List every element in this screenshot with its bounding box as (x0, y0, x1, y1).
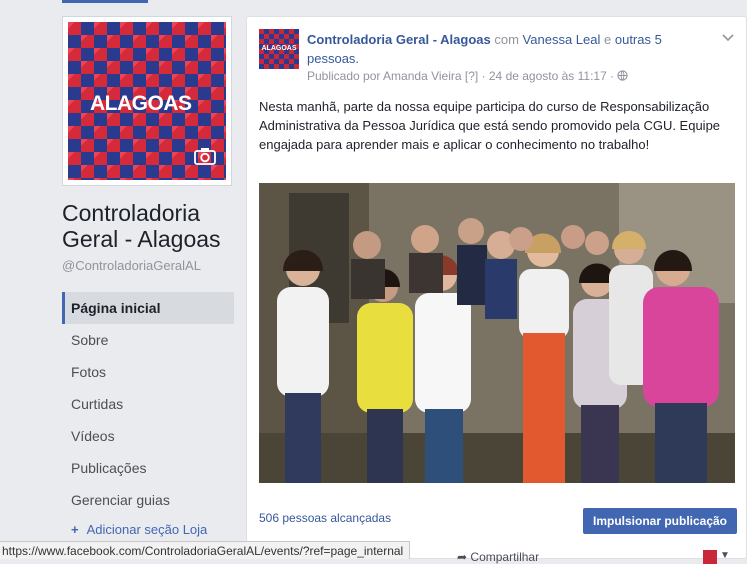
and-word: e (604, 32, 612, 47)
post-author-link[interactable]: Controladoria Geral - Alagoas (307, 32, 491, 47)
post-meta: Publicado por Amanda Vieira [?] · 24 de … (307, 69, 629, 83)
globe-icon (617, 69, 629, 83)
nav-item-manage-tabs[interactable]: Gerenciar guias (62, 484, 234, 516)
page-title[interactable]: Controladoria Geral - Alagoas (62, 200, 242, 252)
add-shop-label: Adicionar seção Loja (86, 522, 208, 537)
share-label: Compartilhar (470, 550, 540, 564)
posting-as-avatar[interactable] (703, 550, 717, 564)
nav-item-about[interactable]: Sobre (62, 324, 234, 356)
share-button[interactable]: ➦ Compartilhar (457, 550, 539, 564)
reach-count[interactable]: 506 pessoas alcançadas (259, 511, 391, 525)
nav-item-likes[interactable]: Curtidas (62, 388, 234, 420)
active-tab-indicator (62, 0, 148, 3)
post-header: Controladoria Geral - Alagoas com Vaness… (307, 32, 662, 66)
page-username[interactable]: @ControladoriaGeralAL (62, 258, 201, 273)
nav-item-posts[interactable]: Publicações (62, 452, 234, 484)
add-shop-section-link[interactable]: + Adicionar seção Loja (62, 516, 234, 544)
nav-item-photos[interactable]: Fotos (62, 356, 234, 388)
post-text: Nesta manhã, parte da nossa equipe parti… (259, 99, 721, 152)
chevron-down-icon[interactable] (722, 29, 734, 47)
post-avatar[interactable]: ALAGOAS (259, 29, 299, 69)
plus-icon: + (71, 522, 79, 537)
tagged-person-link[interactable]: Vanessa Leal (523, 32, 601, 47)
alagoas-logo: ALAGOAS (90, 92, 192, 115)
status-bar-url: https://www.facebook.com/ControladoriaGe… (0, 541, 411, 559)
camera-icon[interactable] (194, 147, 216, 170)
page-nav: Página inicial Sobre Fotos Curtidas Víde… (62, 292, 234, 544)
post-photo[interactable] (259, 183, 735, 483)
caret-down-icon[interactable]: ▼ (720, 550, 730, 561)
post-timestamp[interactable]: Publicado por Amanda Vieira [?] · 24 de … (307, 69, 614, 83)
nav-item-home[interactable]: Página inicial (62, 292, 234, 324)
share-icon: ➦ (457, 550, 468, 564)
nav-item-videos[interactable]: Vídeos (62, 420, 234, 452)
post-card: ALAGOAS Controladoria Geral - Alagoas co… (246, 16, 747, 564)
profile-picture[interactable]: ALAGOAS (62, 16, 232, 186)
boost-post-button[interactable]: Impulsionar publicação (583, 508, 737, 534)
with-word: com (494, 32, 519, 47)
